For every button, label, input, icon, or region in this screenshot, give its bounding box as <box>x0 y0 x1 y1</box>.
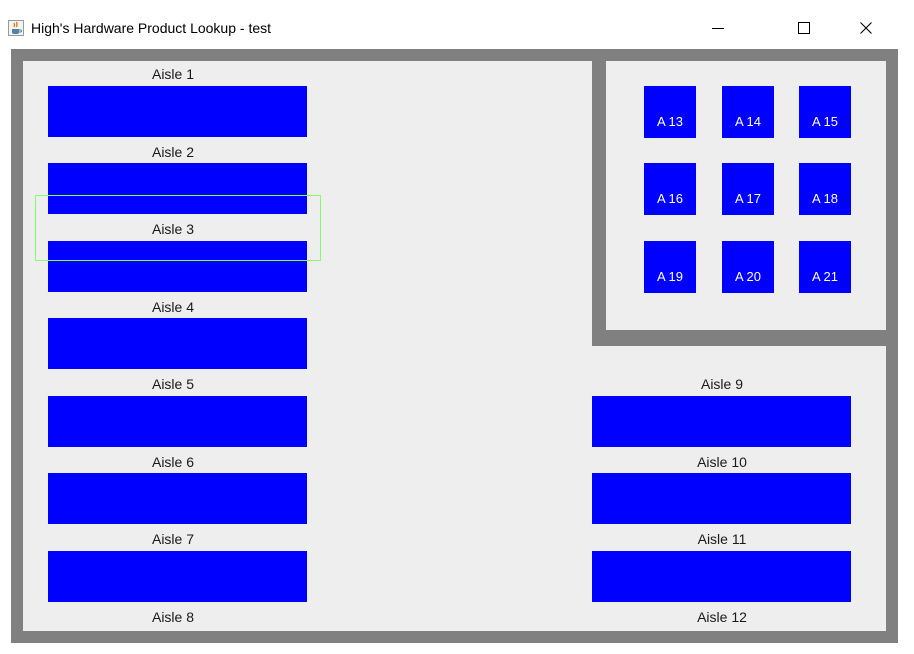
java-coffee-cup-icon <box>8 20 24 36</box>
aisle-label: Aisle 6 <box>151 454 195 470</box>
aisle-7-shelf[interactable] <box>48 551 307 602</box>
window-title: High's Hardware Product Lookup - test <box>31 20 272 36</box>
aisle-label: Aisle 11 <box>697 531 747 547</box>
maximize-icon <box>798 22 810 34</box>
cell-a20[interactable]: A 20 <box>722 241 774 293</box>
aisle-2-shelf[interactable] <box>48 163 307 214</box>
cell-a16[interactable]: A 16 <box>644 163 696 215</box>
aisle-label: Aisle 5 <box>151 376 195 392</box>
cell-a17[interactable]: A 17 <box>722 163 774 215</box>
aisle-6-shelf[interactable] <box>48 473 307 524</box>
maximize-button[interactable] <box>788 12 820 44</box>
cell-a13[interactable]: A 13 <box>644 86 696 138</box>
cell-a18[interactable]: A 18 <box>799 163 851 215</box>
cell-a21[interactable]: A 21 <box>799 241 851 293</box>
aisle-label: Aisle 9 <box>700 376 744 392</box>
aisle-label: Aisle 3 <box>151 221 195 237</box>
aisle-label: Aisle 12 <box>697 609 747 625</box>
aisle-5-shelf[interactable] <box>48 396 307 447</box>
aisle-label: Aisle 7 <box>151 531 195 547</box>
aisle-11-shelf[interactable] <box>592 551 851 602</box>
minimize-button[interactable] <box>702 12 734 44</box>
aisle-label: Aisle 8 <box>151 609 195 625</box>
aisle-label: Aisle 2 <box>151 144 195 160</box>
close-button[interactable] <box>850 12 882 44</box>
aisle-label: Aisle 4 <box>151 299 195 315</box>
cell-a15[interactable]: A 15 <box>799 86 851 138</box>
cell-a19[interactable]: A 19 <box>644 241 696 293</box>
close-icon <box>860 22 872 34</box>
aisle-label: Aisle 1 <box>151 66 195 82</box>
aisle-10-shelf[interactable] <box>592 473 851 524</box>
aisle-3-shelf[interactable] <box>48 241 307 292</box>
aisle-label: Aisle 10 <box>697 454 747 470</box>
aisle-9-shelf[interactable] <box>592 396 851 447</box>
aisle-4-shelf[interactable] <box>48 318 307 369</box>
cell-a14[interactable]: A 14 <box>722 86 774 138</box>
aisle-1-shelf[interactable] <box>48 86 307 137</box>
minimize-icon <box>712 28 724 29</box>
